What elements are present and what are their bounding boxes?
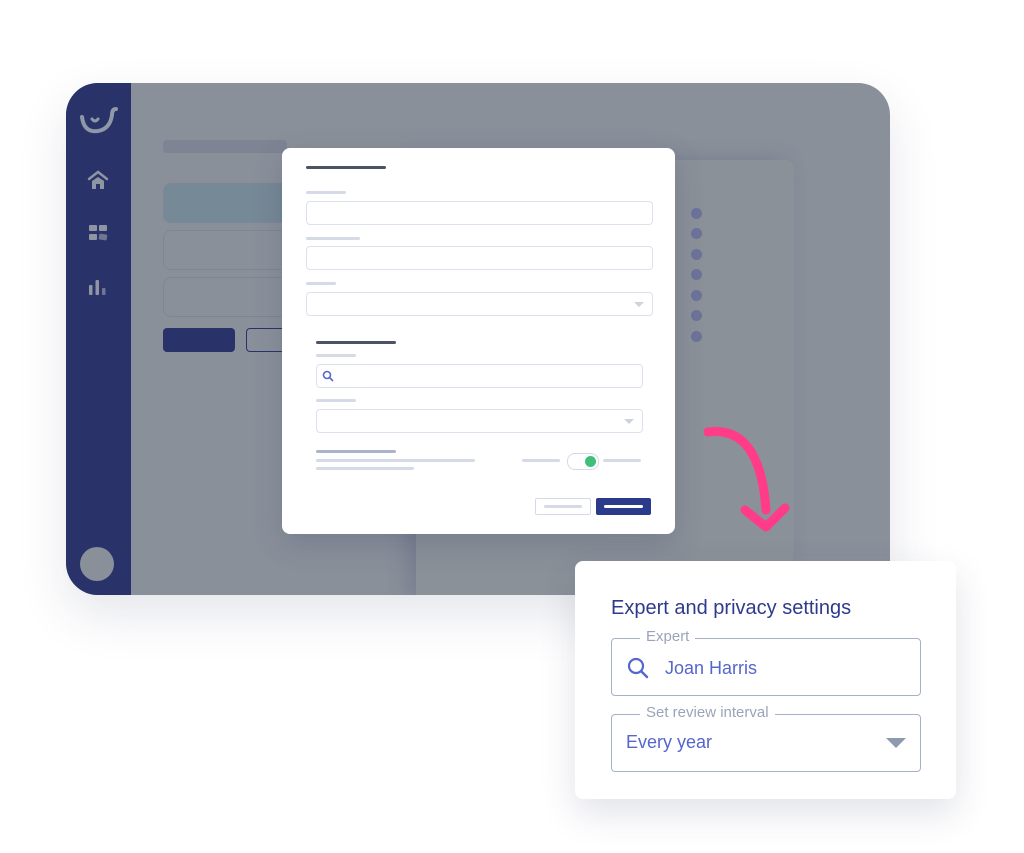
dashboard-icon[interactable]	[86, 221, 110, 245]
curved-arrow-icon	[703, 426, 790, 532]
pagination-dot	[691, 269, 702, 280]
card-title: Expert and privacy settings	[611, 597, 852, 619]
bar-chart-icon[interactable]	[86, 275, 110, 299]
expert-field[interactable]: Expert Joan Harris	[611, 628, 921, 696]
search-input[interactable]	[316, 364, 643, 388]
save-label-placeholder	[604, 505, 643, 508]
toggle-label-on-placeholder	[603, 459, 641, 462]
caret-down-icon	[634, 302, 644, 307]
caret-down-icon	[624, 419, 634, 424]
setting-title-placeholder	[316, 450, 396, 453]
select-input[interactable]	[306, 292, 653, 316]
toggle-knob	[585, 456, 596, 467]
pagination-dot	[691, 208, 702, 219]
modal-title-placeholder	[306, 166, 386, 169]
pagination-dot	[691, 310, 702, 321]
field-label-placeholder	[306, 282, 336, 285]
pagination-dot	[691, 228, 702, 239]
cancel-label-placeholder	[544, 505, 582, 508]
pagination-dot	[691, 290, 702, 301]
field-label-placeholder	[316, 399, 356, 402]
field-label-placeholder	[306, 191, 346, 194]
section-title-placeholder	[316, 341, 396, 344]
text-input[interactable]	[306, 201, 653, 225]
save-button[interactable]	[596, 498, 651, 515]
setting-description-placeholder	[316, 459, 475, 462]
select-input[interactable]	[316, 409, 643, 433]
expert-label: Expert	[640, 628, 696, 645]
home-icon[interactable]	[86, 169, 110, 193]
pagination-dot	[691, 331, 702, 342]
review-interval-select[interactable]: Set review interval Every year	[611, 704, 921, 772]
sidebar	[66, 83, 131, 595]
review-interval-label: Set review interval	[640, 704, 775, 721]
background-primary-button	[163, 328, 235, 352]
cancel-button[interactable]	[535, 498, 591, 515]
toggle-label-off-placeholder	[522, 459, 560, 462]
review-interval-value: Every year	[626, 732, 713, 752]
background-title-bar	[163, 140, 287, 153]
search-icon	[627, 657, 649, 679]
caret-down-icon	[886, 738, 906, 748]
logo-smile-icon[interactable]	[78, 105, 118, 137]
setting-description-placeholder	[316, 467, 414, 470]
privacy-toggle[interactable]	[567, 453, 599, 470]
text-input[interactable]	[306, 246, 653, 270]
pagination-dot	[691, 249, 702, 260]
search-icon	[322, 370, 334, 382]
expert-value: Joan Harris	[665, 658, 758, 678]
avatar[interactable]	[80, 547, 114, 581]
settings-card: Expert and privacy settings Expert Joan …	[575, 561, 956, 799]
field-label-placeholder	[316, 354, 356, 357]
field-label-placeholder	[306, 237, 360, 240]
